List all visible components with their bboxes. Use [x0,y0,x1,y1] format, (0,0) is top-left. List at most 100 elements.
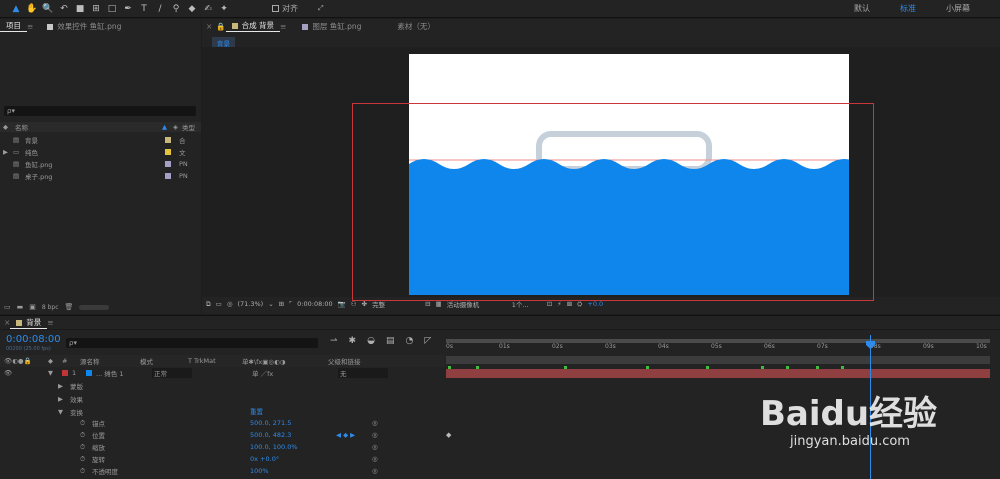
keyframe-navigator[interactable]: ◀ ◆ ▶ [336,431,372,439]
grid-icon[interactable]: ⊞ [279,300,284,308]
brush-icon[interactable]: / [153,2,167,16]
transparency-grid-icon[interactable]: ⊟ [425,300,430,308]
parent-dropdown[interactable]: 无 [338,368,388,378]
hand-icon[interactable]: ✋ [25,2,39,16]
stopwatch-icon[interactable]: ⏱ [80,419,92,428]
viewer-area[interactable] [202,47,1000,301]
col-name[interactable]: 名称 [15,122,28,132]
eraser-icon[interactable]: ◆ [185,2,199,16]
expression-pickwhip-icon[interactable]: ◎ [372,419,378,427]
stopwatch-icon[interactable]: ⏱ [80,455,92,464]
visibility-icon[interactable]: 👁 [4,369,48,377]
flowchart-icon[interactable]: ⛭ [577,300,582,309]
roto-brush-icon[interactable]: ✍ [201,2,215,16]
rectangle-icon[interactable]: □ [105,2,119,16]
property-value[interactable]: 500.0, 271.5 [250,419,336,427]
panel-menu-icon[interactable]: ≡ [27,22,33,31]
trash-icon[interactable]: 🗑 [65,303,74,311]
motion-blur-icon[interactable]: ◔ [405,336,413,346]
item-label-color[interactable] [165,173,171,179]
snapshot-icon[interactable]: 📷 [338,300,346,308]
project-item[interactable]: ▤ 背景 合 [0,134,201,146]
draft-3d-icon[interactable]: ✱ [349,336,357,346]
project-search-input[interactable]: ρ▾ [4,106,196,116]
align-checkbox[interactable] [272,5,279,12]
tab-composition[interactable]: 合成 背景 [225,20,281,32]
graph-editor-icon[interactable]: ◸ [424,336,431,346]
fast-preview-icon[interactable]: ⚡ [557,300,562,308]
puppet-icon[interactable]: ✦ [217,2,231,16]
item-label-color[interactable] [165,161,171,167]
workspace-small-screen[interactable]: 小屏幕 [946,3,970,14]
resolution-dropdown[interactable]: 完整 [372,299,420,309]
pen-icon[interactable]: ✒ [121,2,135,16]
chevron-down-icon[interactable]: ⌄ [268,300,273,308]
camera-icon[interactable]: ■ [73,2,87,16]
item-label-color[interactable] [165,149,171,155]
item-label-color[interactable] [165,137,171,143]
col-mode[interactable]: 模式 [140,356,188,366]
layer-switches[interactable]: 单 ／fx [252,368,338,378]
expression-pickwhip-icon[interactable]: ◎ [372,443,378,451]
property-value[interactable]: 100.0, 100.0% [250,443,336,451]
color-icon[interactable]: ✤ [362,300,367,308]
rotate-icon[interactable]: ↶ [57,2,71,16]
zoom-icon[interactable]: 🔍 [41,2,55,16]
expression-pickwhip-icon[interactable]: ◎ [372,455,378,463]
show-snapshot-icon[interactable]: ⚇ [351,300,357,308]
mask-icon[interactable]: ◎ [227,300,233,308]
workspace-standard[interactable]: 标准 [900,3,916,14]
exposure-value[interactable]: +0.0 [587,300,603,308]
tab-timeline[interactable]: 背景 [10,317,48,329]
panel-menu-icon[interactable]: ≡ [280,22,286,31]
zoom-dropdown[interactable]: (71.3%) [237,300,263,308]
new-comp-icon[interactable]: ▣ [29,303,36,311]
property-value[interactable]: 500.0, 482.3 [250,431,336,439]
col-type[interactable]: 类型 [182,122,195,132]
shy-icon[interactable]: ◒ [367,336,375,346]
display-icon[interactable]: ▭ [216,300,222,308]
new-folder-icon[interactable]: ▬ [17,303,24,311]
thumbnail-slider[interactable] [79,304,110,310]
project-item[interactable]: ▤ 桌子.png PN [0,170,201,182]
sort-icon[interactable]: ▲ [162,123,167,131]
stamp-icon[interactable]: ⚲ [169,2,183,16]
chevron-right-icon[interactable]: ▶ [58,395,70,403]
views-dropdown[interactable]: 1个... [512,299,542,309]
col-trkmat[interactable]: T TrkMat [188,357,242,365]
toggle-pixel-icon[interactable]: ⊡ [547,300,552,308]
expression-pickwhip-icon[interactable]: ◎ [372,431,378,439]
text-icon[interactable]: T [137,2,151,16]
panel-menu-icon[interactable]: ≡ [47,318,53,327]
layer-row[interactable]: 👁 ▼ 1 ... 摊色 1 正常 单 ／fx 无 [0,367,445,379]
selection-icon[interactable]: ▲ [9,2,23,16]
pan-behind-icon[interactable]: ⊞ [89,2,103,16]
timeline-link-icon[interactable]: ⊠ [567,300,572,308]
project-item[interactable]: ▤ 鱼缸.png PN [0,158,201,170]
always-preview-icon[interactable]: ⧉ [206,300,211,309]
layer-duration-bar[interactable] [446,369,990,378]
bpc-label[interactable]: 8 bpc [42,304,59,311]
timeline-timecode[interactable]: 0:00:08:00 [6,334,61,345]
camera-dropdown[interactable]: 活动摄像机 [447,299,507,309]
layer-label-color[interactable] [62,370,68,376]
close-icon[interactable]: × [206,22,212,31]
chevron-right-icon[interactable]: ▶ [58,382,70,390]
layer-name[interactable]: ... 摊色 1 [96,368,152,378]
tab-effect-controls[interactable]: 效果控件 鱼缸.png [41,21,127,32]
expression-pickwhip-icon[interactable]: ◎ [372,467,378,475]
roi-icon[interactable]: ▦ [436,300,442,308]
region-icon[interactable]: ⌜ [289,300,292,308]
workspace-default[interactable]: 默认 [854,3,870,14]
expand-icon[interactable]: ▶ [3,148,13,156]
stopwatch-icon[interactable]: ⏱ [80,467,92,476]
property-value[interactable]: 100% [250,467,336,475]
col-parent[interactable]: 父级和链接 [328,356,361,366]
reset-link[interactable]: 重置 [250,406,263,416]
col-source-name[interactable]: 源名称 [80,356,140,366]
stopwatch-icon[interactable]: ⏱ [80,431,92,440]
layer-expand-icon[interactable]: ▼ [48,369,62,377]
snap-icon[interactable]: ⤢ [318,4,324,13]
timeline-search-input[interactable]: ρ▾ [66,338,318,348]
stopwatch-icon[interactable]: ⏱ [80,443,92,452]
